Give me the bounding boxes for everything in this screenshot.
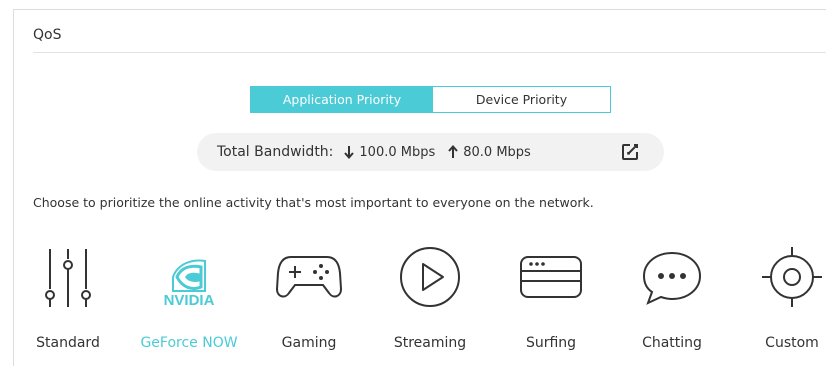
bandwidth-label: Total Bandwidth: — [217, 144, 334, 160]
arrow-down-icon — [344, 146, 355, 159]
activity-label-chatting: Chatting — [642, 335, 702, 351]
chat-bubble-icon — [642, 251, 702, 305]
bandwidth-summary: Total Bandwidth: 100.0 Mbps 80.0 Mbps — [197, 133, 664, 171]
edit-icon[interactable] — [621, 143, 639, 161]
tab-device-priority[interactable]: Device Priority — [433, 87, 610, 112]
activity-geforce-now[interactable]: NVIDIA GeForce NOW — [133, 241, 245, 357]
activity-surfing[interactable]: Surfing — [515, 241, 587, 357]
activity-streaming[interactable]: Streaming — [386, 241, 474, 357]
upload-bandwidth: 80.0 Mbps — [463, 144, 531, 160]
title-divider — [33, 52, 826, 53]
activity-label-standard: Standard — [36, 335, 100, 351]
tab-application-priority[interactable]: Application Priority — [251, 87, 433, 112]
browser-icon — [520, 256, 582, 298]
activity-hint-text: Choose to prioritize the online activity… — [33, 195, 594, 210]
activity-gaming[interactable]: Gaming — [274, 241, 344, 357]
activity-standard[interactable]: Standard — [31, 241, 105, 357]
activity-label-geforce-now: GeForce NOW — [140, 335, 238, 351]
custom-gear-icon — [762, 247, 822, 307]
download-bandwidth: 100.0 Mbps — [359, 144, 436, 160]
gamepad-icon — [275, 256, 343, 298]
svg-text:NVIDIA: NVIDIA — [164, 292, 215, 307]
activity-chatting[interactable]: Chatting — [634, 241, 710, 357]
activity-label-streaming: Streaming — [393, 335, 467, 351]
play-icon — [400, 247, 460, 307]
activity-custom[interactable]: Custom — [758, 241, 826, 357]
arrow-up-icon — [448, 145, 458, 158]
activity-label-surfing: Surfing — [525, 335, 577, 351]
priority-tabs: Application Priority Device Priority — [250, 86, 611, 113]
activity-label-gaming: Gaming — [281, 335, 337, 351]
activity-label-custom: Custom — [765, 335, 819, 351]
nvidia-logo: NVIDIA — [164, 259, 215, 307]
section-title: QoS — [33, 27, 62, 43]
sliders-icon — [45, 249, 91, 307]
